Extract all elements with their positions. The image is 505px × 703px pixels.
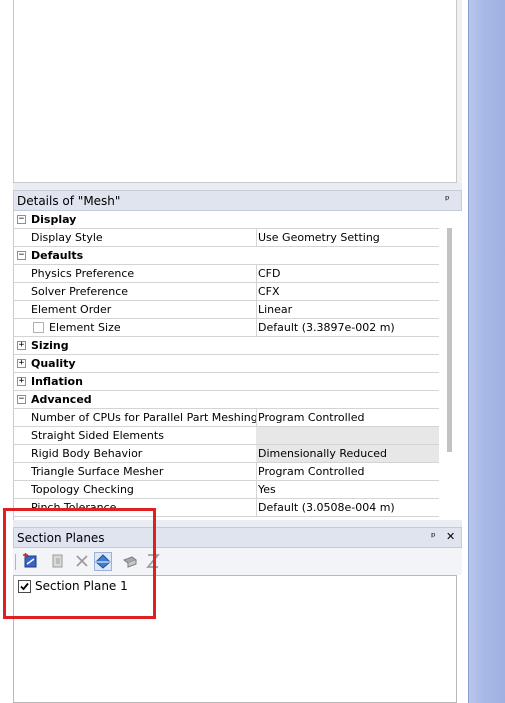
property-value[interactable]: Use Geometry Setting [256, 229, 439, 246]
details-property-row[interactable]: Element Size Default (3.3897e-002 m) [14, 319, 439, 337]
close-icon[interactable]: ✕ [446, 531, 455, 542]
details-property-row[interactable]: Solver Preference CFX [14, 283, 439, 301]
property-name: Solver Preference [31, 283, 257, 300]
property-checkbox[interactable] [33, 322, 44, 333]
details-property-row[interactable]: Physics Preference CFD [14, 265, 439, 283]
details-scrollbar-thumb[interactable] [447, 228, 452, 452]
property-value[interactable]: Default (3.0508e-004 m) [256, 499, 439, 516]
property-name: Rigid Body Behavior [31, 445, 257, 462]
graphics-viewport-edge [468, 0, 505, 703]
details-property-row[interactable]: Triangle Surface Mesher Program Controlle… [14, 463, 439, 481]
pin-icon[interactable]: ᵖ [431, 531, 436, 542]
expand-icon[interactable]: + [17, 359, 26, 368]
property-name: Number of CPUs for Parallel Part Meshing [31, 409, 257, 426]
property-value[interactable]: Dimensionally Reduced [256, 445, 439, 462]
details-property-row[interactable]: Display Style Use Geometry Setting [14, 229, 439, 247]
splitter[interactable] [13, 183, 462, 190]
details-property-row[interactable]: Topology Checking Yes [14, 481, 439, 499]
gutter: − [14, 391, 31, 408]
category-label: Quality [31, 357, 76, 370]
pin-icon[interactable]: ᵖ [445, 194, 450, 205]
property-value[interactable]: Program Controlled [256, 463, 439, 480]
gutter: − [14, 247, 31, 264]
gutter: + [14, 355, 31, 372]
details-property-grid: − Display Display Style Use Geometry Settin… [13, 211, 439, 520]
details-property-row[interactable]: Element Order Linear [14, 301, 439, 319]
property-value[interactable]: Program Controlled [256, 409, 439, 426]
property-name: Element Order [31, 301, 257, 318]
property-value[interactable]: Default (3.3897e-002 m) [256, 319, 439, 336]
gutter: + [14, 337, 31, 354]
details-category-row[interactable]: + Inflation [14, 373, 439, 391]
property-name: Physics Preference [31, 265, 257, 282]
category-label: Defaults [31, 249, 84, 262]
category-label: Inflation [31, 375, 83, 388]
property-name: Straight Sided Elements [31, 427, 257, 444]
details-category-row[interactable]: − Defaults [14, 247, 439, 265]
property-value[interactable]: Yes [256, 481, 439, 498]
details-panel-title: Details of "Mesh" [17, 194, 121, 208]
details-property-row[interactable]: Number of CPUs for Parallel Part Meshing… [14, 409, 439, 427]
category-label: Display [31, 213, 77, 226]
details-property-row[interactable]: Rigid Body Behavior Dimensionally Reduced [14, 445, 439, 463]
collapse-icon[interactable]: − [17, 395, 26, 404]
details-property-row[interactable]: Straight Sided Elements [14, 427, 439, 445]
details-category-row[interactable]: + Quality [14, 355, 439, 373]
details-category-row[interactable]: − Advanced [14, 391, 439, 409]
collapse-icon[interactable]: − [17, 215, 26, 224]
details-category-row[interactable]: − Display [14, 211, 439, 229]
details-panel-header: Details of "Mesh" ᵖ [13, 190, 462, 211]
expand-icon[interactable]: + [17, 377, 26, 386]
outline-tree-area[interactable] [13, 0, 457, 183]
category-label: Advanced [31, 393, 92, 406]
gutter: − [14, 211, 31, 228]
highlight-annotation-box [3, 508, 156, 619]
expand-icon[interactable]: + [17, 341, 26, 350]
gutter: + [14, 373, 31, 390]
details-category-row[interactable]: + Sizing [14, 337, 439, 355]
collapse-icon[interactable]: − [17, 251, 26, 260]
property-value[interactable] [256, 427, 439, 444]
property-name: Element Size [31, 319, 257, 336]
property-name: Topology Checking [31, 481, 257, 498]
property-name: Triangle Surface Mesher [31, 463, 257, 480]
category-label: Sizing [31, 339, 69, 352]
property-value[interactable]: Linear [256, 301, 439, 318]
property-value[interactable]: CFX [256, 283, 439, 300]
property-name-text: Element Size [49, 321, 121, 334]
property-value[interactable]: CFD [256, 265, 439, 282]
property-name: Display Style [31, 229, 257, 246]
